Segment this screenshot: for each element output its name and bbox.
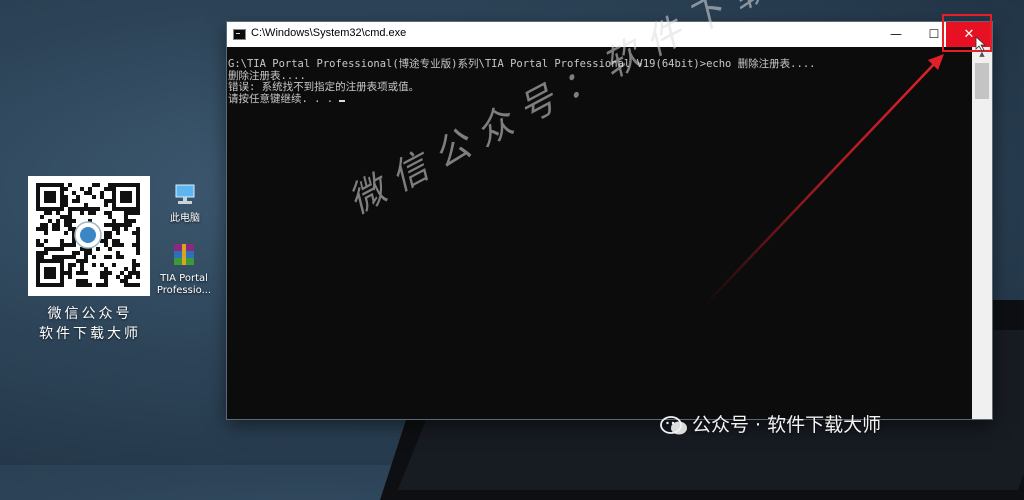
annotation-arrow — [704, 54, 944, 306]
mouse-cursor-icon — [975, 36, 987, 52]
bottom-watermark: 公众号 · 软件下载大师 — [660, 410, 881, 437]
wechat-icon — [660, 415, 688, 436]
bottom-watermark-text: 公众号 · 软件下载大师 — [692, 414, 882, 436]
